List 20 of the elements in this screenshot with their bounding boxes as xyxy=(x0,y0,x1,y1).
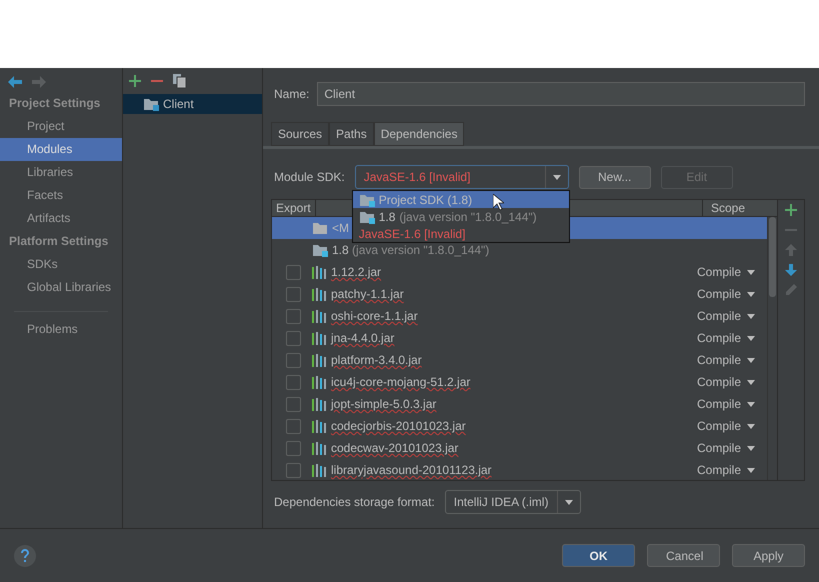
section-header: Platform Settings xyxy=(8,233,110,250)
column-header: Export xyxy=(272,200,316,216)
library-name: patchy-1.1.jar xyxy=(331,287,404,301)
library-name: 1.12.2.jar xyxy=(331,265,382,279)
section-header: Project Settings xyxy=(8,95,102,112)
library-name: oshi-core-1.1.jar xyxy=(331,309,418,323)
library-name: codecwav-20101023.jar xyxy=(331,441,458,455)
module-sdk-label: Module SDK: xyxy=(273,170,345,184)
library-name: libraryjavasound-20101123.jar xyxy=(331,463,492,477)
library-name: codecjorbis-20101023.jar xyxy=(331,419,466,433)
name-label: Name: xyxy=(273,87,310,101)
module-name: Client xyxy=(163,97,194,111)
dependency-name: 1.8 (java version "1.8.0_144") xyxy=(332,243,490,257)
library-name: platform-3.4.0.jar xyxy=(331,353,422,367)
library-name: jna-4.4.0.jar xyxy=(331,331,394,345)
library-name: icu4j-core-mojang-51.2.jar xyxy=(331,375,470,389)
library-name: jopt-simple-5.0.3.jar xyxy=(331,397,436,411)
dependency-name: <M xyxy=(332,221,350,235)
column-header: Scope xyxy=(710,200,746,216)
storage-format-label: Dependencies storage format: xyxy=(273,495,435,509)
